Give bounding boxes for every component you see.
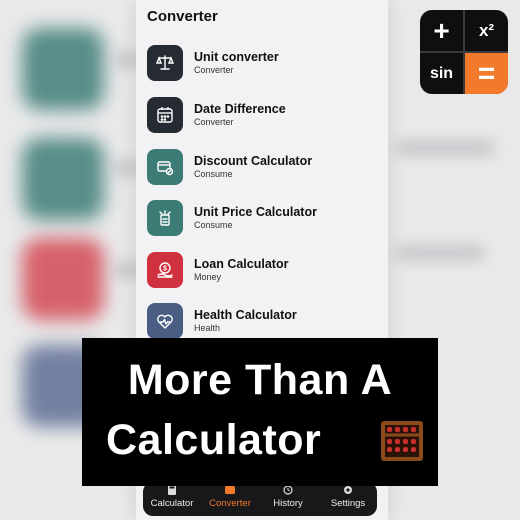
nav-converter[interactable]: Converter bbox=[201, 482, 259, 516]
nav-label: Converter bbox=[209, 498, 251, 509]
item-title: Unit Price Calculator bbox=[194, 205, 317, 219]
item-subtitle: Converter bbox=[194, 117, 234, 127]
history-icon bbox=[283, 485, 293, 495]
abacus-icon bbox=[381, 421, 423, 461]
bottom-navigation: Calculator Converter History Settings bbox=[143, 482, 377, 516]
item-subtitle: Consume bbox=[194, 220, 233, 230]
blurred-icon bbox=[22, 28, 104, 110]
nav-label: Calculator bbox=[150, 498, 194, 509]
settings-icon bbox=[344, 486, 352, 494]
nav-settings[interactable]: Settings bbox=[319, 482, 377, 516]
item-title: Date Difference bbox=[194, 102, 286, 116]
logo-plus: + bbox=[433, 14, 450, 46]
calculator-icon bbox=[168, 485, 176, 495]
list-item-loan-calculator[interactable]: $ Loan Calculator Money bbox=[147, 252, 379, 292]
logo-square: x² bbox=[478, 20, 495, 40]
nav-label: History bbox=[273, 498, 303, 509]
svg-text:$: $ bbox=[163, 266, 167, 273]
list-item-health-calculator[interactable]: Health Calculator Health bbox=[147, 303, 379, 343]
money-icon: $ bbox=[147, 252, 183, 288]
blurred-icon bbox=[22, 138, 104, 220]
tag-icon bbox=[147, 149, 183, 185]
item-title: Unit converter bbox=[194, 50, 279, 64]
item-subtitle: Health bbox=[194, 323, 221, 333]
nav-label: Settings bbox=[330, 498, 366, 509]
heart-icon bbox=[147, 303, 183, 339]
page-title: Converter bbox=[147, 8, 218, 25]
logo-equals: = bbox=[465, 53, 508, 94]
item-title: Discount Calculator bbox=[194, 154, 313, 168]
list-item-date-difference[interactable]: Date Difference Converter bbox=[147, 97, 379, 137]
list-item-discount-calculator[interactable]: Discount Calculator Consume bbox=[147, 149, 379, 189]
caption-line-1: More Than A bbox=[127, 356, 393, 404]
list-item-unit-converter[interactable]: Unit converter Converter bbox=[147, 45, 379, 85]
app-logo: + x² sin = bbox=[420, 10, 508, 94]
caption-banner: More Than A Calculator bbox=[82, 338, 438, 486]
blurred-icon bbox=[22, 238, 104, 320]
item-subtitle: Converter bbox=[194, 65, 234, 75]
list-item-unit-price-calculator[interactable]: Unit Price Calculator Consume bbox=[147, 200, 379, 240]
item-subtitle: Consume bbox=[194, 169, 233, 179]
calendar-icon bbox=[147, 97, 183, 133]
item-title: Health Calculator bbox=[194, 308, 297, 322]
logo-divider bbox=[420, 51, 508, 53]
blurred-text bbox=[395, 245, 485, 261]
nav-history[interactable]: History bbox=[259, 482, 317, 516]
blurred-text bbox=[395, 140, 495, 156]
price-icon bbox=[147, 200, 183, 236]
caption-line-2: Calculator bbox=[106, 416, 322, 464]
nav-calculator[interactable]: Calculator bbox=[143, 482, 201, 516]
scale-icon bbox=[147, 45, 183, 81]
logo-sin: sin bbox=[429, 64, 454, 82]
item-title: Loan Calculator bbox=[194, 257, 289, 271]
item-subtitle: Money bbox=[194, 272, 222, 282]
converter-icon bbox=[225, 486, 235, 494]
